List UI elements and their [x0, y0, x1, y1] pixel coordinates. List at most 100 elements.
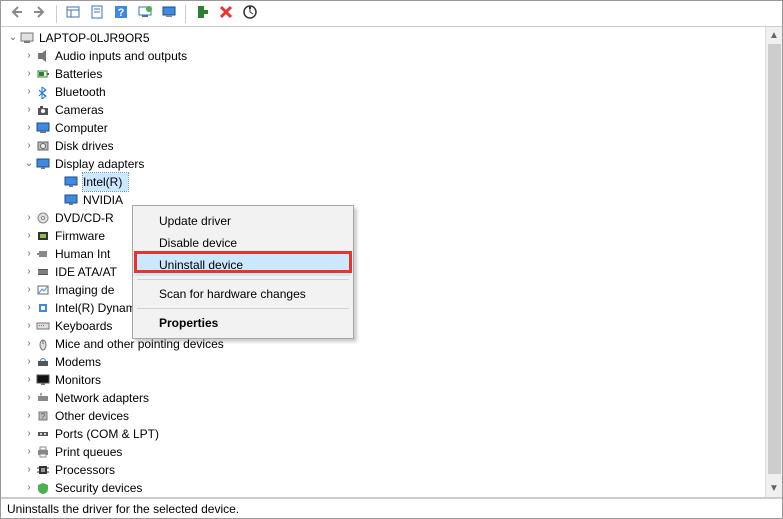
caret-collapsed-icon[interactable]: › — [23, 209, 35, 227]
show-hidden-button[interactable] — [158, 3, 180, 25]
caret-collapsed-icon[interactable]: › — [23, 479, 35, 497]
tree-category[interactable]: › Computer — [1, 119, 765, 137]
menu-item[interactable]: Update driver — [135, 210, 351, 232]
tree-category[interactable]: › Security devices — [1, 479, 765, 497]
help-button[interactable]: ? — [110, 3, 132, 25]
tree-category[interactable]: ›Ports (COM & LPT) — [1, 425, 765, 443]
update-driver-button[interactable] — [134, 3, 156, 25]
tree-category[interactable]: ⌄Display adapters — [1, 155, 765, 173]
category-label: Computer — [55, 119, 114, 137]
caret-collapsed-icon[interactable]: › — [23, 245, 35, 263]
context-menu: Update driverDisable deviceUninstall dev… — [132, 205, 354, 339]
scroll-up-button[interactable]: ▲ — [766, 27, 782, 44]
caret-collapsed-icon[interactable]: › — [23, 263, 35, 281]
category-label: Keyboards — [55, 317, 118, 335]
tree-category[interactable]: ›IDE ATA/AT — [1, 263, 765, 281]
tree-category[interactable]: ›DVD/CD-R — [1, 209, 765, 227]
category-label: Bluetooth — [55, 83, 112, 101]
caret-collapsed-icon[interactable]: › — [23, 461, 35, 479]
menu-item[interactable]: Disable device — [135, 232, 351, 254]
category-label: Firmware — [55, 227, 111, 245]
tree-category[interactable]: ›?Other devices — [1, 407, 765, 425]
tree-category[interactable]: ›Audio inputs and outputs — [1, 47, 765, 65]
tree-category[interactable]: ›Print queues — [1, 443, 765, 461]
tree-category[interactable]: › Processors — [1, 461, 765, 479]
forward-button[interactable] — [29, 3, 51, 25]
caret-collapsed-icon[interactable]: › — [23, 371, 35, 389]
caret-collapsed-icon[interactable]: › — [23, 317, 35, 335]
menu-item[interactable]: Properties — [135, 312, 351, 334]
caret-collapsed-icon[interactable]: › — [23, 65, 35, 83]
caret-collapsed-icon[interactable]: › — [23, 47, 35, 65]
caret-collapsed-icon[interactable]: › — [23, 281, 35, 299]
tree-category[interactable]: ›Human Int — [1, 245, 765, 263]
monitor-scan-icon — [161, 4, 177, 23]
scroll-thumb[interactable] — [768, 44, 781, 474]
caret-collapsed-icon[interactable]: › — [23, 119, 35, 137]
detail-view-icon — [65, 4, 81, 23]
toolbar: ? — [1, 1, 782, 27]
caret-collapsed-icon[interactable]: › — [23, 425, 35, 443]
caret-expanded-icon[interactable]: ⌄ — [7, 29, 19, 47]
category-label: Security devices — [55, 479, 148, 497]
tree-category[interactable]: ›Network adapters — [1, 389, 765, 407]
caret-collapsed-icon[interactable]: › — [23, 137, 35, 155]
ide-icon — [35, 264, 51, 280]
vertical-scrollbar[interactable]: ▲ ▼ — [765, 27, 782, 497]
category-label: Disk drives — [55, 137, 120, 155]
remove-icon — [218, 4, 234, 23]
battery-icon — [35, 66, 51, 82]
imaging-icon — [35, 282, 51, 298]
scan-hardware-button[interactable] — [239, 3, 261, 25]
category-label: Batteries — [55, 65, 108, 83]
mouse-icon — [35, 336, 51, 352]
svg-text:?: ? — [118, 7, 125, 19]
menu-item[interactable]: Scan for hardware changes — [135, 283, 351, 305]
caret-collapsed-icon[interactable]: › — [23, 101, 35, 119]
tree-category[interactable]: › Firmware — [1, 227, 765, 245]
caret-collapsed-icon[interactable]: › — [23, 407, 35, 425]
caret-collapsed-icon[interactable]: › — [23, 443, 35, 461]
tree-category[interactable]: › Keyboards — [1, 317, 765, 335]
uninstall-button[interactable] — [215, 3, 237, 25]
arrow-left-icon — [8, 4, 24, 23]
tree-device[interactable]: ·Intel(R) — [1, 173, 765, 191]
caret-collapsed-icon[interactable]: › — [23, 353, 35, 371]
tree-category[interactable]: › Batteries — [1, 65, 765, 83]
properties-button[interactable] — [86, 3, 108, 25]
tree-category[interactable]: ›Monitors — [1, 371, 765, 389]
device-label: Intel(R) — [83, 173, 128, 191]
tree-root[interactable]: ⌄ LAPTOP-0LJR9OR5 — [1, 29, 765, 47]
caret-collapsed-icon[interactable]: › — [23, 83, 35, 101]
caret-collapsed-icon[interactable]: › — [23, 227, 35, 245]
tree-category[interactable]: ›Cameras — [1, 101, 765, 119]
arrow-right-icon — [32, 4, 48, 23]
toolbar-separator — [185, 5, 186, 23]
device-tree[interactable]: ⌄ LAPTOP-0LJR9OR5 ›Audio inputs and outp… — [1, 27, 765, 497]
bluetooth-icon — [35, 84, 51, 100]
tree-category[interactable]: ›Mice and other pointing devices — [1, 335, 765, 353]
category-label: Modems — [55, 353, 107, 371]
scroll-down-button[interactable]: ▼ — [766, 480, 782, 497]
security-icon — [35, 480, 51, 496]
tree-category[interactable]: ›Intel(R) Dynamic Platform and Thermal F… — [1, 299, 765, 317]
caret-expanded-icon[interactable]: ⌄ — [23, 155, 35, 173]
tree-category[interactable]: › Modems — [1, 353, 765, 371]
caret-collapsed-icon[interactable]: › — [23, 335, 35, 353]
menu-item[interactable]: Uninstall device — [135, 254, 351, 276]
tree-category[interactable]: › Bluetooth — [1, 83, 765, 101]
monitor-icon — [35, 372, 51, 388]
caret-collapsed-icon[interactable]: › — [23, 299, 35, 317]
detail-view-button[interactable] — [62, 3, 84, 25]
back-button[interactable] — [5, 3, 27, 25]
tree-category[interactable]: ›Imaging de — [1, 281, 765, 299]
tree-category[interactable]: › Disk drives — [1, 137, 765, 155]
category-label: Processors — [55, 461, 121, 479]
help-icon: ? — [113, 4, 129, 23]
caret-collapsed-icon[interactable]: › — [23, 389, 35, 407]
keyboard-icon — [35, 318, 51, 334]
add-legacy-button[interactable] — [191, 3, 213, 25]
menu-separator — [137, 308, 349, 309]
tree-device[interactable]: ·NVIDIA — [1, 191, 765, 209]
menu-separator — [137, 279, 349, 280]
